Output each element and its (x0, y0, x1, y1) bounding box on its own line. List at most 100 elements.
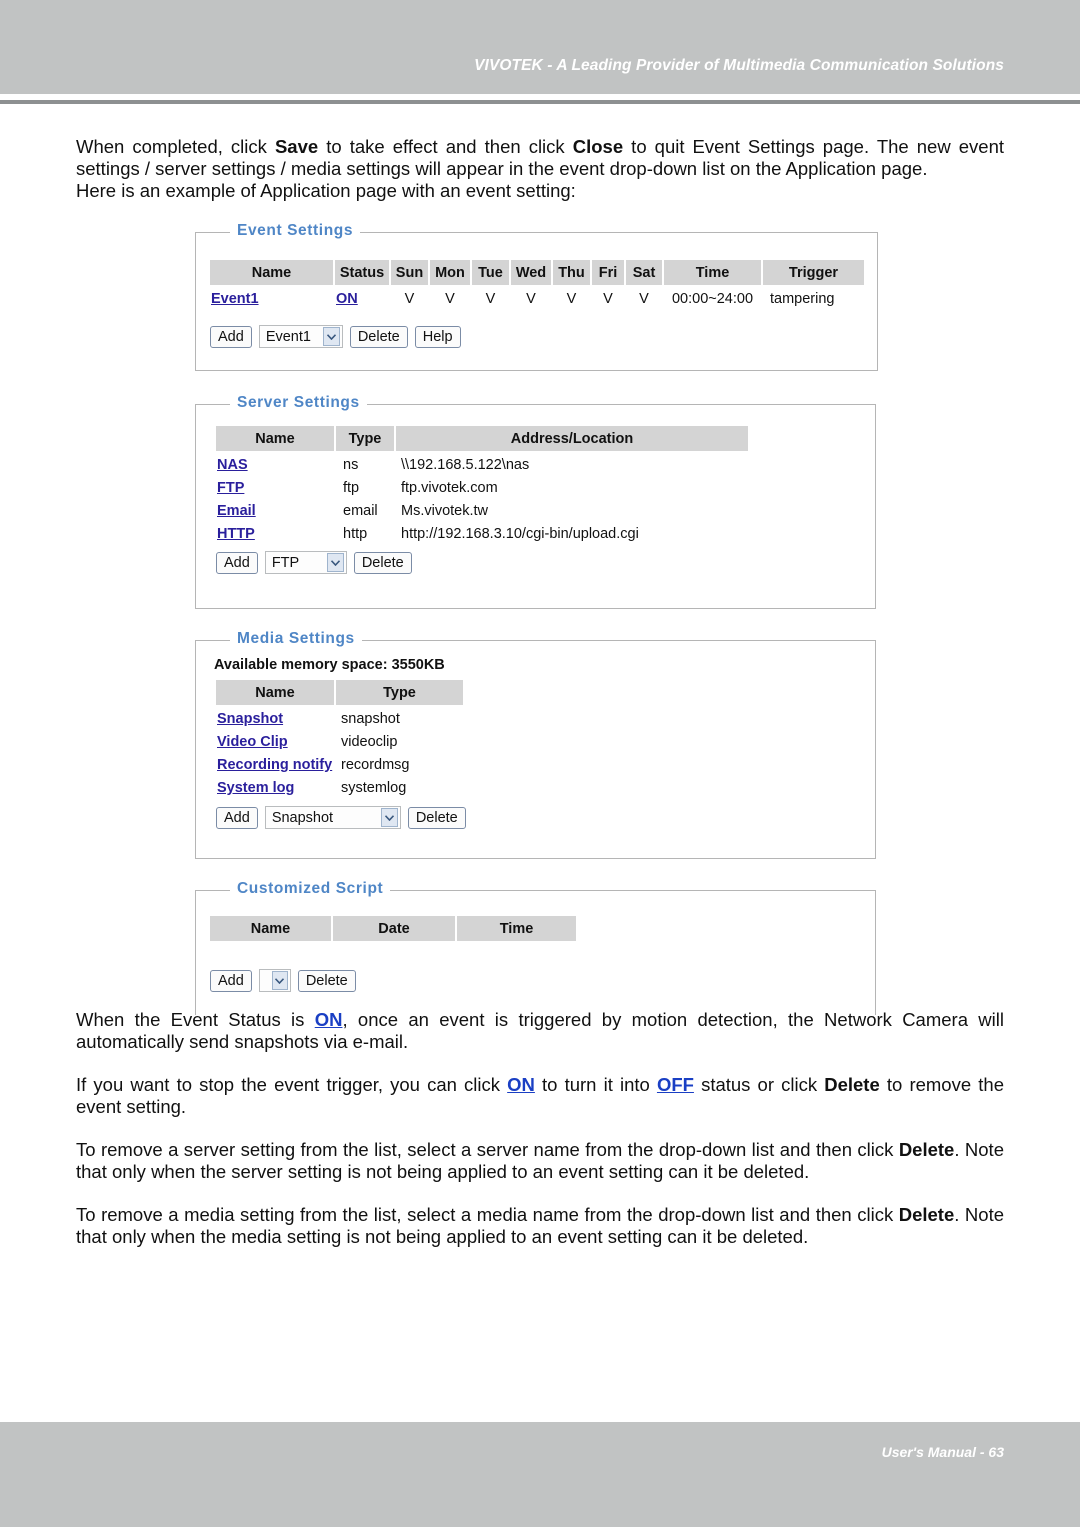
media-row-name-cell: Snapshot (216, 706, 335, 730)
event-status-toggle-link[interactable]: ON (336, 291, 358, 307)
customized-script-legend: Customized Script (230, 880, 391, 898)
intro-paragraph-1: When completed, click Save to take effec… (76, 136, 1004, 180)
event-row-status-cell: ON (334, 286, 390, 310)
customized-script-panel: Customized Script Name Date Time Add Del… (195, 880, 876, 1015)
event-settings-legend: Event Settings (230, 222, 361, 240)
media-row-type-snapshot: snapshot (341, 711, 400, 727)
event-select-dropdown[interactable]: Event1 (258, 325, 343, 348)
server-settings-controls: Add FTP Delete (216, 551, 412, 574)
server-delete-button[interactable]: Delete (353, 551, 412, 574)
event-col-trigger: Trigger (762, 260, 864, 287)
server-name-link-nas[interactable]: NAS (217, 457, 248, 473)
event-row-name-cell: Event1 (210, 286, 334, 310)
intro-p1-save-bold: Save (274, 136, 319, 157)
note-p2-part-b: to turn it into (534, 1074, 657, 1095)
table-row: System log systemlog (216, 776, 463, 799)
server-name-link-http[interactable]: HTTP (217, 526, 255, 542)
event-col-tue: Tue (471, 260, 511, 287)
note-p2-on-link[interactable]: ON (507, 1074, 535, 1095)
note-paragraph-4: To remove a media setting from the list,… (76, 1204, 1004, 1248)
server-col-type: Type (335, 426, 396, 453)
media-delete-button[interactable]: Delete (407, 806, 466, 829)
event-col-wed: Wed (510, 260, 553, 287)
server-row-type-email: email (343, 503, 378, 519)
media-settings-legend: Media Settings (230, 630, 362, 648)
server-row-name-cell: NAS (216, 452, 335, 476)
event-name-link[interactable]: Event1 (211, 291, 259, 307)
media-name-link-snapshot[interactable]: Snapshot (217, 711, 283, 727)
event-help-button[interactable]: Help (414, 325, 461, 348)
media-row-name-cell: Recording notify (216, 753, 335, 776)
chevron-down-icon (380, 808, 398, 827)
event-add-button[interactable]: Add (210, 325, 252, 348)
note-p4-part-a: To remove a media setting from the list,… (76, 1204, 899, 1225)
script-col-date: Date (332, 916, 457, 943)
server-settings-legend: Server Settings (230, 394, 367, 412)
event-settings-table: Name Status Sun Mon Tue Wed Thu Fri Sat … (210, 260, 864, 310)
intro-text-block: When completed, click Save to take effec… (76, 136, 1004, 202)
media-settings-header-row: Name Type (216, 680, 463, 707)
table-row: Video Clip videoclip (216, 730, 463, 753)
media-name-link-videoclip[interactable]: Video Clip (217, 734, 288, 750)
media-settings-controls: Add Snapshot Delete (216, 806, 466, 829)
event-settings-controls: Add Event1 Delete Help (210, 325, 461, 348)
media-name-link-recording-notify[interactable]: Recording notify (217, 757, 332, 773)
note-paragraph-3: To remove a server setting from the list… (76, 1139, 1004, 1183)
event-col-sat: Sat (625, 260, 664, 287)
event-col-mon: Mon (429, 260, 472, 287)
event-col-thu: Thu (552, 260, 592, 287)
event-row-sat: V (639, 291, 649, 307)
event-row-mon: V (445, 291, 455, 307)
media-row-type-videoclip: videoclip (341, 734, 398, 750)
server-row-type-nas: ns (343, 457, 359, 473)
intro-p1-part-b: to take effect and then click (318, 136, 573, 157)
note-p2-off-link[interactable]: OFF (657, 1074, 694, 1095)
server-row-type-http: http (343, 526, 368, 542)
server-row-name-cell: FTP (216, 476, 335, 499)
event-row-wed: V (526, 291, 536, 307)
event-row-trigger: tampering (770, 291, 835, 307)
intro-p1-part-a: When completed, click (76, 136, 275, 157)
event-col-sun: Sun (390, 260, 430, 287)
note-paragraph-2: If you want to stop the event trigger, y… (76, 1074, 1004, 1118)
page-header-title: VIVOTEK - A Leading Provider of Multimed… (474, 57, 1004, 74)
server-add-button[interactable]: Add (216, 551, 258, 574)
note-p2-delete-bold: Delete (824, 1074, 880, 1095)
server-name-link-email[interactable]: Email (217, 503, 256, 519)
table-row: NAS ns \\192.168.5.122\nas (216, 452, 748, 476)
media-select-dropdown[interactable]: Snapshot (264, 806, 401, 829)
table-row: Email email Ms.vivotek.tw (216, 499, 748, 522)
note-p1-on-link[interactable]: ON (315, 1009, 343, 1030)
table-row: Snapshot snapshot (216, 706, 463, 730)
script-add-button[interactable]: Add (210, 969, 252, 992)
server-select-dropdown[interactable]: FTP (264, 551, 347, 574)
event-col-name: Name (210, 260, 335, 287)
media-add-button[interactable]: Add (216, 806, 258, 829)
server-settings-header-row: Name Type Address/Location (216, 426, 748, 453)
note-p2-part-a: If you want to stop the event trigger, y… (76, 1074, 508, 1095)
event-row-sun: V (404, 291, 415, 307)
chevron-down-icon (271, 971, 288, 990)
media-row-type-recordmsg: recordmsg (341, 757, 410, 773)
server-name-link-ftp[interactable]: FTP (217, 480, 244, 496)
event-col-fri: Fri (591, 260, 626, 287)
script-delete-button[interactable]: Delete (297, 969, 356, 992)
chevron-down-icon (326, 553, 344, 572)
page-footer-band: User's Manual - 63 (0, 1422, 1080, 1527)
media-name-link-system-log[interactable]: System log (217, 780, 294, 796)
media-select-value: Snapshot (271, 809, 334, 826)
server-row-address-ftp: ftp.vivotek.com (401, 480, 498, 496)
script-select-dropdown[interactable] (258, 969, 291, 992)
server-row-address-email: Ms.vivotek.tw (401, 503, 489, 519)
server-col-name: Name (216, 426, 336, 453)
table-row: Event1 ON V V V V V V V 00:00~24:00 tamp… (210, 286, 864, 310)
media-col-type: Type (335, 680, 463, 707)
event-delete-button[interactable]: Delete (349, 325, 408, 348)
chevron-down-icon (322, 327, 340, 346)
table-row: Recording notify recordmsg (216, 753, 463, 776)
intro-p1-close-bold: Close (572, 136, 624, 157)
note-p3-delete-bold: Delete (898, 1139, 955, 1160)
